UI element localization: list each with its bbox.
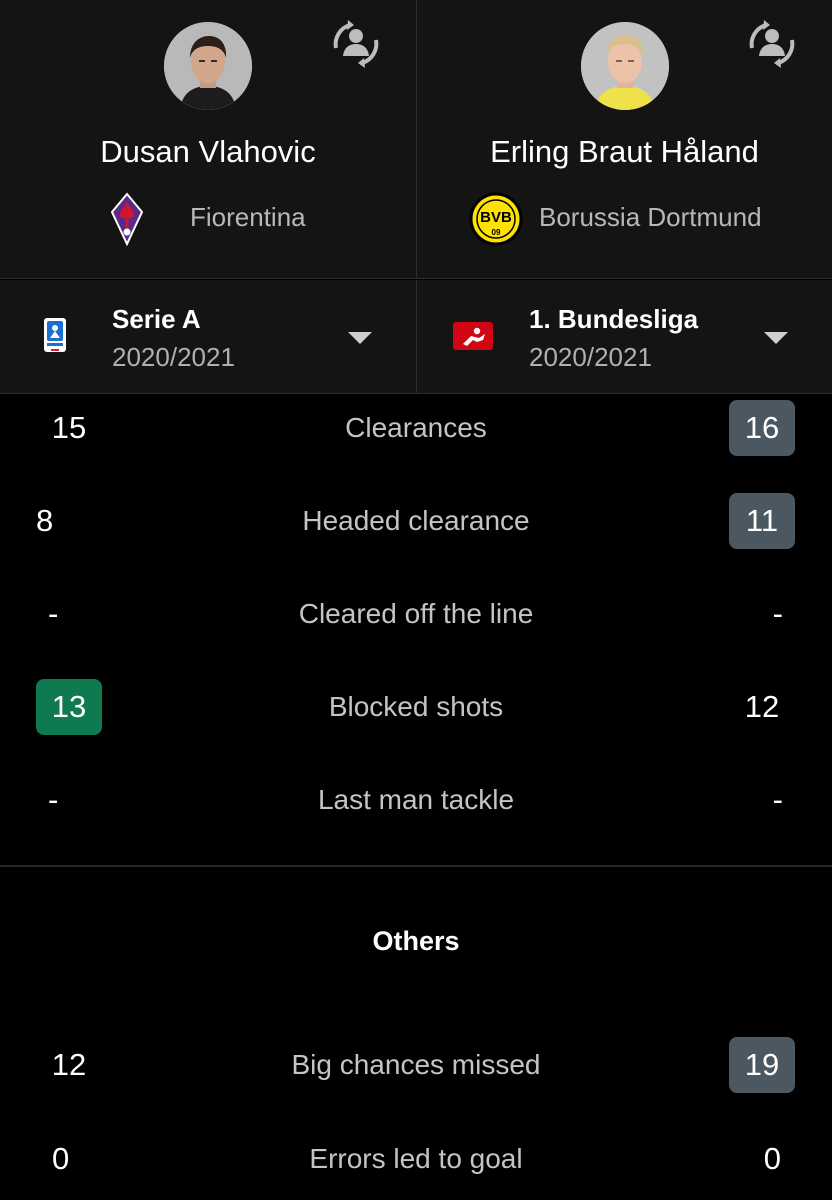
league-name: Serie A <box>112 304 201 334</box>
league-season: 2020/2021 <box>529 342 652 372</box>
stat-label: Big chances missed <box>291 1049 541 1080</box>
league-selector-right[interactable]: 1. Bundesliga 2020/2021 <box>416 280 832 393</box>
stat-row: 8 Headed clearance 11 <box>0 493 832 553</box>
league-selector-left[interactable]: Serie A 2020/2021 <box>0 280 416 393</box>
stat-value-left: - <box>48 782 59 817</box>
stat-value-right: 19 <box>729 1037 795 1093</box>
stat-label: Blocked shots <box>328 691 504 722</box>
player-avatar <box>581 22 669 110</box>
player-name: Erling Braut Håland <box>490 134 759 169</box>
stat-value-right: - <box>772 596 783 631</box>
stat-value-left: 12 <box>51 1047 87 1082</box>
team-name: Fiorentina <box>190 202 306 232</box>
stat-value-left: 15 <box>51 410 87 445</box>
stat-row: 0 Errors led to goal 0 <box>0 1131 832 1191</box>
bundesliga-logo-icon <box>453 316 493 356</box>
section-title: Others <box>372 926 460 956</box>
team-name: Borussia Dortmund <box>539 202 762 232</box>
player-comparison-header: Dusan Vlahovic Fiorentina Erling Braut H… <box>0 0 832 279</box>
stat-value-left: 8 <box>36 503 54 538</box>
league-name: 1. Bundesliga <box>529 304 699 334</box>
chevron-down-icon[interactable] <box>764 332 788 344</box>
stat-row: 12 Big chances missed 19 <box>0 1037 832 1097</box>
swap-player-icon[interactable] <box>326 14 386 74</box>
stat-value-left: 13 <box>36 679 102 735</box>
stat-value-right: - <box>772 782 783 817</box>
stat-value-right: 0 <box>763 1141 781 1176</box>
player-card-left[interactable]: Dusan Vlahovic Fiorentina <box>0 0 416 278</box>
fiorentina-crest-icon <box>100 192 154 247</box>
bvb-crest-icon: BVB 09 <box>469 192 523 246</box>
stat-label: Cleared off the line <box>298 598 534 629</box>
swap-player-icon[interactable] <box>742 14 802 74</box>
serie-a-logo-icon <box>38 316 78 356</box>
player-name: Dusan Vlahovic <box>100 134 316 169</box>
stat-label: Clearances <box>345 412 487 443</box>
stat-value-left: - <box>48 596 59 631</box>
stat-label: Errors led to goal <box>309 1143 523 1174</box>
stat-row: - Last man tackle - <box>0 772 832 832</box>
league-selector-bar: Serie A 2020/2021 1. Bundesliga 2020/202… <box>0 280 832 394</box>
chevron-down-icon[interactable] <box>348 332 372 344</box>
player-avatar <box>164 22 252 110</box>
stat-value-left: 0 <box>52 1141 70 1176</box>
stat-value-right: 16 <box>729 400 795 456</box>
team-row: Fiorentina <box>0 192 416 247</box>
stat-row: 13 Blocked shots 12 <box>0 679 832 739</box>
stat-row: 15 Clearances 16 <box>0 400 832 460</box>
stat-label: Last man tackle <box>317 784 515 815</box>
stat-label: Headed clearance <box>302 505 530 536</box>
svg-text:BVB: BVB <box>480 209 512 226</box>
league-season: 2020/2021 <box>112 342 235 372</box>
stat-value-right: 12 <box>744 689 780 724</box>
player-card-right[interactable]: Erling Braut Håland BVB 09 Borussia Dort… <box>416 0 832 278</box>
stat-value-right: 11 <box>729 493 795 549</box>
team-row: BVB 09 Borussia Dortmund <box>417 192 832 246</box>
section-divider <box>0 865 832 867</box>
stat-row: - Cleared off the line - <box>0 586 832 646</box>
svg-text:09: 09 <box>492 228 501 237</box>
